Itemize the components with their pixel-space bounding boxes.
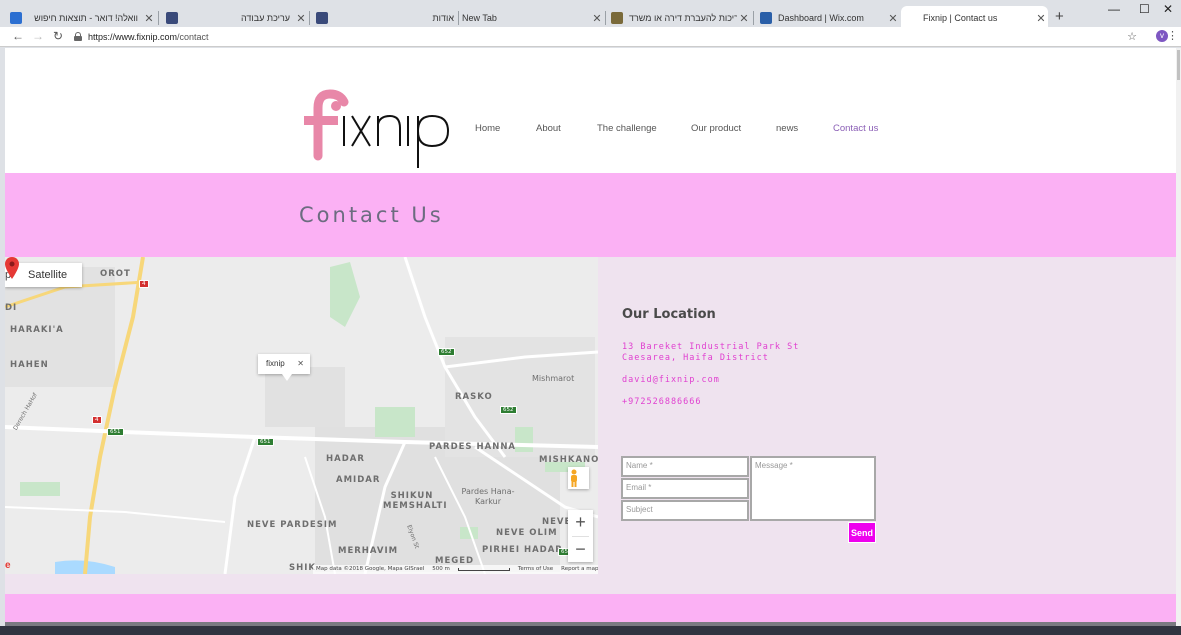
nav-our-product[interactable]: Our product — [691, 123, 741, 134]
forward-icon[interactable]: → — [32, 29, 44, 43]
map-pin-icon[interactable] — [5, 257, 19, 279]
message-field[interactable]: Message * — [750, 456, 876, 521]
map-place-label: NEVE — [542, 517, 572, 527]
page-viewport: Home About The challenge Our product new… — [5, 48, 1177, 626]
map-place-label: Pardes Hana-Karkur — [461, 487, 515, 506]
tab-title: Dashboard | Wix.com — [778, 13, 864, 23]
map-attribution: Map data ©2018 Google, Mapa GISrael 500 … — [313, 565, 598, 574]
new-tab-button[interactable]: + — [1055, 8, 1064, 25]
tab-title: New Tab — [462, 13, 497, 23]
window-close-icon[interactable]: ✕ — [1163, 2, 1173, 16]
map-info-window: fixnip ✕ — [258, 354, 310, 381]
map-place-label: Mishmarot — [532, 374, 575, 383]
menu-icon[interactable]: ⋮ — [1167, 29, 1178, 42]
map-place-label: SHIKUN MEMSHALTI — [383, 491, 448, 511]
send-button[interactable]: Send — [848, 522, 876, 543]
page-title: Contact Us — [299, 203, 444, 227]
report-map-error-link[interactable]: Report a map error — [561, 565, 598, 574]
road-sign: 4 — [139, 280, 149, 288]
info-window-label: fixnip — [266, 359, 285, 368]
page-scrollbar[interactable] — [1176, 48, 1181, 626]
os-taskbar — [0, 626, 1181, 635]
minimize-icon[interactable]: — — [1108, 2, 1120, 16]
close-icon[interactable]: ✕ — [142, 12, 156, 25]
phone-link[interactable]: +972526886666 — [622, 397, 702, 407]
map-place-label: RASKO — [455, 392, 493, 402]
zoom-in-button[interactable]: + — [568, 510, 593, 536]
map-place-label: DI — [5, 303, 18, 313]
zoom-out-button[interactable]: − — [568, 537, 593, 563]
maximize-icon[interactable]: ☐ — [1139, 2, 1150, 16]
bookmark-star-icon[interactable]: ☆ — [1127, 30, 1137, 43]
email-link[interactable]: david@fixnip.com — [622, 375, 720, 385]
map-place-label: NEVE PARDESIM — [247, 520, 338, 530]
terms-of-use-link[interactable]: Terms of Use — [518, 565, 553, 574]
subject-field[interactable]: Subject — [621, 500, 749, 521]
map-place-label: MISHKANO — [539, 455, 598, 465]
map-place-label: MERHAVIM — [338, 546, 399, 556]
nav-news[interactable]: news — [776, 123, 798, 134]
contact-section: OROT DI HARAKI'A HAHEN RASKO Mishmarot P… — [5, 257, 1177, 594]
road-sign: 651 — [107, 428, 124, 436]
scrollbar-thumb[interactable] — [1177, 50, 1180, 80]
lock-icon — [74, 32, 82, 41]
map-zoom-controls: + − — [568, 510, 593, 562]
road-sign: 651 — [257, 438, 274, 446]
url-text: https://www.fixnip.com/contact — [88, 31, 209, 42]
fixnip-logo[interactable] — [300, 86, 455, 168]
tab-title: אודות — [432, 13, 454, 23]
close-icon[interactable]: ✕ — [737, 12, 751, 25]
address-line-2: Caesarea, Haifa District — [622, 353, 769, 363]
map-scale: 500 m — [432, 566, 450, 572]
map-place-label: HARAKI'A — [10, 325, 64, 335]
nav-about[interactable]: About — [536, 123, 561, 134]
address-line-1: 13 Bareket Industrial Park St — [622, 342, 800, 352]
street-view-pegman-icon[interactable] — [568, 467, 589, 489]
map-place-label: AMIDAR — [336, 475, 381, 485]
close-icon[interactable]: ✕ — [297, 354, 304, 374]
nav-the-challenge[interactable]: The challenge — [597, 123, 657, 134]
map-place-label: NEVE OLIM — [496, 528, 558, 538]
our-location-heading: Our Location — [622, 307, 716, 322]
back-icon[interactable]: ← — [12, 29, 24, 43]
road-sign: 652 — [500, 406, 517, 414]
tab-title: עריכת עבודה — [240, 13, 290, 23]
map-place-label: PIRHEI HADAR — [482, 545, 563, 555]
map-place-label: HADAR — [326, 454, 365, 464]
scale-bar — [457, 568, 510, 571]
map-place-label: OROT — [100, 269, 131, 279]
nav-home[interactable]: Home — [475, 123, 500, 134]
close-icon[interactable]: ✕ — [1034, 12, 1048, 25]
close-icon[interactable]: ✕ — [294, 12, 308, 25]
map-place-label: PARDES HANNA — [429, 442, 517, 452]
road-sign: 4 — [92, 416, 102, 424]
road-sign: 652 — [438, 348, 455, 356]
nav-contact-us[interactable]: Contact us — [833, 123, 878, 134]
close-icon[interactable]: ✕ — [886, 12, 900, 25]
page-banner: Contact Us — [5, 173, 1177, 257]
site-icon — [316, 12, 328, 24]
address-bar[interactable]: https://www.fixnip.com/contact — [72, 28, 1162, 45]
tab-strip: וואלה! דואר - תוצאות חיפוש ✕ עריכת עבודה… — [0, 0, 1181, 30]
tab-title: וואלה! דואר - תוצאות חיפוש — [34, 13, 138, 23]
map-data-credit: Map data ©2018 Google, Mapa GISrael — [316, 566, 425, 572]
map-place-label: SHIK — [289, 563, 316, 573]
tab-title: עריכות להעברת דירה או משרד - ... — [629, 13, 737, 23]
reload-icon[interactable]: ↻ — [53, 29, 63, 43]
email-field[interactable]: Email * — [621, 478, 749, 499]
image-icon — [611, 12, 623, 24]
site-header: Home About The challenge Our product new… — [5, 48, 1177, 173]
walla-icon — [10, 12, 22, 24]
wix-icon — [760, 12, 772, 24]
map-place-label: HAHEN — [10, 360, 49, 370]
google-logo[interactable]: e — [5, 560, 11, 571]
tab-title: Fixnip | Contact us — [923, 13, 998, 23]
google-map[interactable]: OROT DI HARAKI'A HAHEN RASKO Mishmarot P… — [5, 257, 598, 574]
browser-toolbar: ← → ↻ https://www.fixnip.com/contact ☆ v… — [0, 27, 1181, 47]
name-field[interactable]: Name * — [621, 456, 749, 477]
close-icon[interactable]: ✕ — [590, 12, 604, 25]
site-icon — [166, 12, 178, 24]
